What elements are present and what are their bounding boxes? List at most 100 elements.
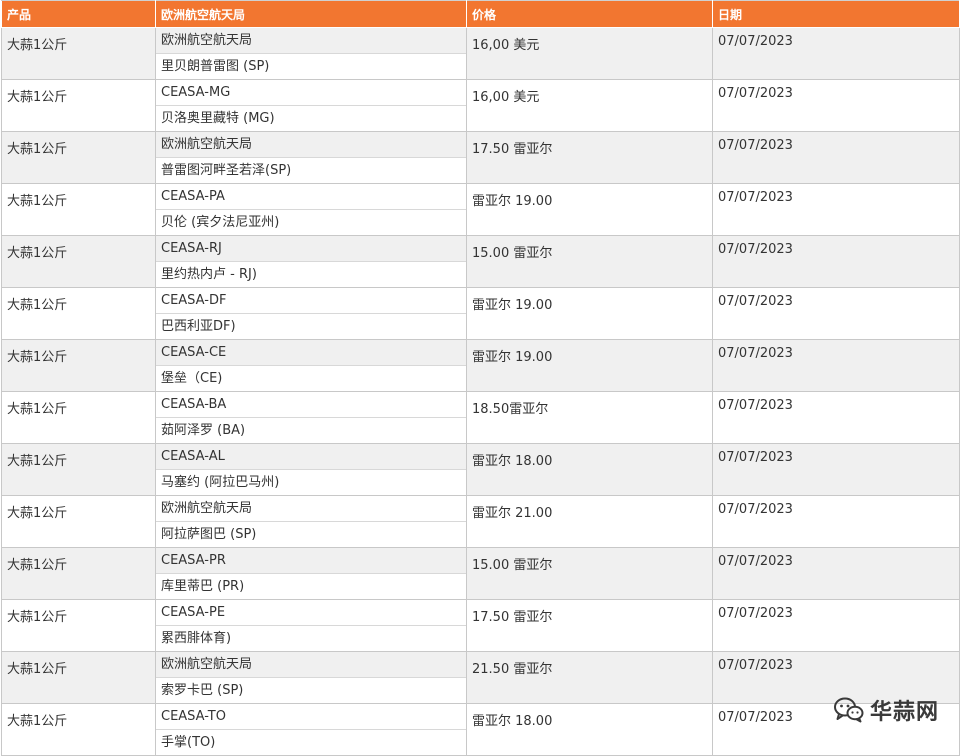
market-name: 欧洲航空航天局: [156, 133, 466, 158]
product-cell: 大蒜1公斤: [1, 183, 156, 236]
price-cell: 雷亚尔 19.00: [466, 183, 713, 236]
table-row: 大蒜1公斤 CEASA-PR 库里蒂巴 (PR) 15.00 雷亚尔 07/07/202…: [1, 547, 960, 600]
date-cell: 07/07/2023: [712, 391, 960, 444]
market-location: 巴西利亚DF): [156, 314, 466, 339]
market-cell: CEASA-BA 茹阿泽罗 (BA): [155, 391, 467, 444]
header-price[interactable]: 价格: [466, 0, 713, 28]
table-row: 大蒜1公斤 CEASA-AL 马塞约 (阿拉巴马州) 雷亚尔 18.00 07/07/2…: [1, 443, 960, 496]
table-row: 大蒜1公斤 CEASA-DF 巴西利亚DF) 雷亚尔 19.00 07/07/2023: [1, 287, 960, 340]
date-cell: 07/07/2023: [712, 235, 960, 288]
price-cell: 雷亚尔 18.00: [466, 703, 713, 756]
market-name: 欧洲航空航天局: [156, 497, 466, 522]
wechat-icon: [833, 697, 864, 723]
price-cell: 雷亚尔 19.00: [466, 339, 713, 392]
market-name: CEASA-RJ: [156, 237, 466, 262]
market-location: 贝伦 (宾夕法尼亚州): [156, 210, 466, 235]
market-name: CEASA-PR: [156, 549, 466, 574]
market-name: CEASA-CE: [156, 341, 466, 366]
product-cell: 大蒜1公斤: [1, 651, 156, 704]
market-location: 堡垒（CE): [156, 366, 466, 391]
date-cell: 07/07/2023: [712, 287, 960, 340]
product-cell: 大蒜1公斤: [1, 703, 156, 756]
product-cell: 大蒜1公斤: [1, 339, 156, 392]
watermark: 华蒜网: [833, 694, 939, 726]
market-location: 里贝朗普雷图 (SP): [156, 54, 466, 79]
market-cell: CEASA-DF 巴西利亚DF): [155, 287, 467, 340]
price-cell: 17.50 雷亚尔: [466, 599, 713, 652]
price-cell: 16,00 美元: [466, 27, 713, 80]
price-cell: 16,00 美元: [466, 79, 713, 132]
market-location: 库里蒂巴 (PR): [156, 574, 466, 599]
product-cell: 大蒜1公斤: [1, 443, 156, 496]
table-row: 大蒜1公斤 欧洲航空航天局 索罗卡巴 (SP) 21.50 雷亚尔 07/07/2023: [1, 651, 960, 704]
market-location: 马塞约 (阿拉巴马州): [156, 470, 466, 495]
market-cell: 欧洲航空航天局 索罗卡巴 (SP): [155, 651, 467, 704]
product-cell: 大蒜1公斤: [1, 287, 156, 340]
market-location: 手掌(TO): [156, 730, 466, 755]
market-location: 贝洛奥里藏特 (MG): [156, 106, 466, 131]
market-name: CEASA-BA: [156, 393, 466, 418]
market-location: 累西腓体育): [156, 626, 466, 651]
price-cell: 雷亚尔 18.00: [466, 443, 713, 496]
market-location: 里约热内卢 - RJ): [156, 262, 466, 287]
market-location: 茹阿泽罗 (BA): [156, 418, 466, 443]
market-name: CEASA-MG: [156, 81, 466, 106]
market-name: CEASA-DF: [156, 289, 466, 314]
price-table: 产品 欧洲航空航天局 价格 日期 大蒜1公斤 欧洲航空航天局 里贝朗普雷图 (SP)…: [1, 0, 960, 756]
header-product[interactable]: 产品: [1, 0, 156, 28]
market-cell: 欧洲航空航天局 里贝朗普雷图 (SP): [155, 27, 467, 80]
market-cell: CEASA-PR 库里蒂巴 (PR): [155, 547, 467, 600]
market-cell: 欧洲航空航天局 普雷图河畔圣若泽(SP): [155, 131, 467, 184]
table-row: 大蒜1公斤 CEASA-PA 贝伦 (宾夕法尼亚州) 雷亚尔 19.00 07/07/2…: [1, 183, 960, 236]
product-cell: 大蒜1公斤: [1, 495, 156, 548]
date-cell: 07/07/2023: [712, 495, 960, 548]
product-cell: 大蒜1公斤: [1, 131, 156, 184]
product-cell: 大蒜1公斤: [1, 27, 156, 80]
market-location: 索罗卡巴 (SP): [156, 678, 466, 703]
table-row: 大蒜1公斤 欧洲航空航天局 里贝朗普雷图 (SP) 16,00 美元 07/07/202…: [1, 27, 960, 80]
table-row: 大蒜1公斤 CEASA-CE 堡垒（CE) 雷亚尔 19.00 07/07/2023: [1, 339, 960, 392]
market-name: 欧洲航空航天局: [156, 653, 466, 678]
table-header: 产品 欧洲航空航天局 价格 日期: [1, 0, 960, 28]
market-cell: CEASA-TO 手掌(TO): [155, 703, 467, 756]
price-cell: 18.50雷亚尔: [466, 391, 713, 444]
table-body: 大蒜1公斤 欧洲航空航天局 里贝朗普雷图 (SP) 16,00 美元 07/07/202…: [1, 27, 960, 756]
table-row: 大蒜1公斤 欧洲航空航天局 普雷图河畔圣若泽(SP) 17.50 雷亚尔 07/07/2…: [1, 131, 960, 184]
date-cell: 07/07/2023: [712, 599, 960, 652]
table-row: 大蒜1公斤 CEASA-RJ 里约热内卢 - RJ) 15.00 雷亚尔 07/07/2…: [1, 235, 960, 288]
price-cell: 17.50 雷亚尔: [466, 131, 713, 184]
date-cell: 07/07/2023: [712, 547, 960, 600]
product-cell: 大蒜1公斤: [1, 235, 156, 288]
product-cell: 大蒜1公斤: [1, 391, 156, 444]
date-cell: 07/07/2023: [712, 79, 960, 132]
market-location: 阿拉萨图巴 (SP): [156, 522, 466, 547]
header-market[interactable]: 欧洲航空航天局: [155, 0, 467, 28]
market-location: 普雷图河畔圣若泽(SP): [156, 158, 466, 183]
table-row: 大蒜1公斤 欧洲航空航天局 阿拉萨图巴 (SP) 雷亚尔 21.00 07/07/202…: [1, 495, 960, 548]
product-cell: 大蒜1公斤: [1, 547, 156, 600]
date-cell: 07/07/2023: [712, 183, 960, 236]
table-row: 大蒜1公斤 CEASA-MG 贝洛奥里藏特 (MG) 16,00 美元 07/07/20…: [1, 79, 960, 132]
market-cell: CEASA-MG 贝洛奥里藏特 (MG): [155, 79, 467, 132]
market-name: CEASA-PE: [156, 601, 466, 626]
market-name: 欧洲航空航天局: [156, 29, 466, 54]
price-cell: 雷亚尔 21.00: [466, 495, 713, 548]
price-cell: 雷亚尔 19.00: [466, 287, 713, 340]
header-row: 产品 欧洲航空航天局 价格 日期: [1, 0, 960, 28]
market-cell: CEASA-AL 马塞约 (阿拉巴马州): [155, 443, 467, 496]
market-cell: CEASA-PE 累西腓体育): [155, 599, 467, 652]
product-cell: 大蒜1公斤: [1, 79, 156, 132]
date-cell: 07/07/2023: [712, 27, 960, 80]
price-cell: 15.00 雷亚尔: [466, 235, 713, 288]
product-cell: 大蒜1公斤: [1, 599, 156, 652]
date-cell: 07/07/2023: [712, 131, 960, 184]
table-row: 大蒜1公斤 CEASA-BA 茹阿泽罗 (BA) 18.50雷亚尔 07/07/2023: [1, 391, 960, 444]
price-cell: 21.50 雷亚尔: [466, 651, 713, 704]
header-date[interactable]: 日期: [712, 0, 960, 28]
table-row: 大蒜1公斤 CEASA-TO 手掌(TO) 雷亚尔 18.00 07/07/2023: [1, 703, 960, 756]
market-name: CEASA-AL: [156, 445, 466, 470]
watermark-text: 华蒜网: [869, 700, 939, 725]
market-name: CEASA-TO: [156, 705, 466, 730]
market-cell: CEASA-CE 堡垒（CE): [155, 339, 467, 392]
market-cell: CEASA-PA 贝伦 (宾夕法尼亚州): [155, 183, 467, 236]
